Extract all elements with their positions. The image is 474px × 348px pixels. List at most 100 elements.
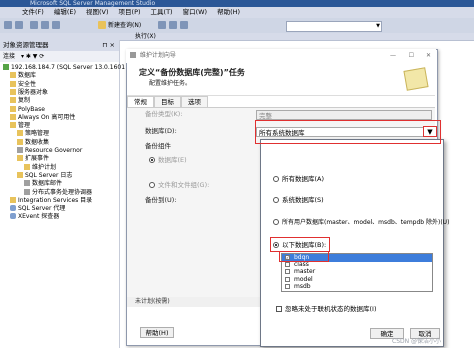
checkbox-icon[interactable] <box>285 276 290 282</box>
folder-icon <box>17 171 23 178</box>
checkbox-icon[interactable] <box>285 269 290 275</box>
new-query-icon <box>98 21 106 29</box>
maximize-icon[interactable]: ☐ <box>409 49 414 63</box>
folder-icon <box>10 88 16 95</box>
db-icon <box>10 213 16 220</box>
new-query-button[interactable]: 新建查询(N) <box>108 21 141 30</box>
menu-edit[interactable]: 编辑(E) <box>54 7 76 18</box>
tree-item-label: 数据库邮件 <box>32 180 63 188</box>
radio-icon <box>273 197 279 203</box>
watermark: CSDN @保洁小小 <box>392 338 442 345</box>
object-explorer-header: 对象资源管理器 ⊓ × <box>0 40 119 51</box>
tree-item-label: 扩展事件 <box>25 155 50 163</box>
db-icon <box>10 205 16 212</box>
execute-button[interactable]: 执行(X) <box>135 32 156 41</box>
checkbox-icon <box>276 306 282 312</box>
database-name: class <box>294 261 309 269</box>
forward-icon[interactable] <box>15 21 23 29</box>
tree-item[interactable]: 数据库 <box>10 72 36 80</box>
tree-item[interactable]: 192.168.184.7 (SQL Server 13.0.1601 <box>3 64 125 72</box>
menu-file[interactable]: 文件(F) <box>22 7 44 18</box>
pin-icon[interactable]: ⊓ × <box>102 40 115 51</box>
option-system-databases[interactable]: 系统数据库(S) <box>273 196 324 205</box>
tree-item[interactable]: PolyBase <box>10 105 45 114</box>
menu-bar: 文件(F) 编辑(E) 视图(V) 项目(P) 工具(T) 窗口(W) 帮助(H… <box>0 7 474 18</box>
tree-item-label: 192.168.184.7 (SQL Server 13.0.1601 <box>11 64 126 71</box>
component-files-radio: 文件和文件组(G): <box>149 181 209 190</box>
tree-item[interactable]: 服务器对象 <box>10 88 48 97</box>
dialog-tabs: 常规 目标 选项 <box>127 96 208 107</box>
tree-item-label: 管理 <box>18 122 31 130</box>
folder-icon <box>17 138 23 145</box>
option-all-databases[interactable]: 所有数据库(A) <box>273 175 324 184</box>
gray-icon <box>24 180 30 187</box>
tree-item[interactable]: Integration Services 目录 <box>10 196 93 205</box>
folder-icon <box>10 97 16 104</box>
tree-item[interactable]: 管理 <box>10 122 30 130</box>
tree-item-label: Integration Services 目录 <box>18 196 93 204</box>
minimize-icon[interactable]: — <box>390 49 396 63</box>
menu-project[interactable]: 项目(P) <box>119 7 141 18</box>
folder-icon <box>10 113 16 120</box>
chevron-down-icon: ▼ <box>376 23 380 29</box>
menu-view[interactable]: 视图(V) <box>86 7 109 18</box>
tree-item[interactable]: 维护计划 <box>24 163 56 172</box>
checkbox-icon[interactable] <box>285 262 290 268</box>
query-icon[interactable] <box>158 21 166 29</box>
new-icon[interactable] <box>30 21 38 29</box>
backup-component-label: 备份组件 <box>145 142 171 150</box>
menu-window[interactable]: 窗口(W) <box>183 7 208 18</box>
dialog-title-bar: 维护计划向导 — ☐ ✕ <box>126 49 436 63</box>
close-icon[interactable]: ✕ <box>426 49 431 63</box>
open-icon[interactable] <box>41 21 49 29</box>
query3-icon[interactable] <box>180 21 188 29</box>
folder-icon <box>24 163 30 170</box>
folder-icon <box>10 196 16 203</box>
folder-icon <box>10 122 16 129</box>
backup-type-label: 备份类型(K): <box>145 110 183 118</box>
tree-item[interactable]: 分布式事务处理协调器 <box>24 188 93 197</box>
query2-icon[interactable] <box>169 21 177 29</box>
menu-help[interactable]: 帮助(H) <box>217 7 240 18</box>
tree-item[interactable]: 策略管理 <box>17 130 49 138</box>
component-database-radio: 数据库(E) <box>149 156 187 165</box>
toolbar: 新建查询(N) ▼ <box>0 18 474 34</box>
dialog-subheading: 配置维护任务。 <box>149 80 192 87</box>
tree-item[interactable]: XEvent 探查器 <box>10 213 59 221</box>
database-list-item[interactable]: msdb <box>282 283 432 291</box>
save-icon[interactable] <box>52 21 60 29</box>
tree-item-label: 策略管理 <box>25 130 50 138</box>
tree-item[interactable]: 数据库邮件 <box>24 180 62 188</box>
help-button[interactable]: 帮助(H) <box>140 327 174 338</box>
tree-item-label: XEvent 探查器 <box>18 213 60 221</box>
tree-item[interactable]: Resource Governor <box>17 147 82 155</box>
tree-item[interactable]: 扩展事件 <box>17 155 49 163</box>
tree-item[interactable]: 安全性 <box>10 80 37 89</box>
wizard-icon <box>403 67 429 91</box>
database-name: master <box>294 268 316 276</box>
radio-icon <box>273 219 279 225</box>
app-icon <box>130 52 136 58</box>
tree-item[interactable]: SQL Server 代理 <box>10 205 65 213</box>
tree-item[interactable]: Always On 高可用性 <box>10 113 75 122</box>
tree-item-label: 安全性 <box>18 80 37 88</box>
tree-item-label: 数据收集 <box>25 138 50 146</box>
window-title: Microsoft SQL Server Management Studio <box>30 0 156 7</box>
tab-general[interactable]: 常规 <box>127 96 154 107</box>
connect-button[interactable]: 连接 <box>3 53 15 60</box>
back-icon[interactable] <box>4 21 12 29</box>
radio-icon <box>273 176 279 182</box>
option-user-databases[interactable]: 所有用户数据库(master、model、msdb、tempdb 除外)(U) <box>273 218 449 227</box>
checkbox-icon[interactable] <box>285 283 290 289</box>
tree-item[interactable]: SQL Server 日志 <box>17 171 73 180</box>
tree-item-label: SQL Server 日志 <box>25 171 73 179</box>
tree-item[interactable]: 数据收集 <box>17 138 50 147</box>
tree-item-label: 分布式事务处理协调器 <box>32 188 93 196</box>
solution-config-combo[interactable]: ▼ <box>286 21 382 32</box>
tree-item[interactable]: 复制 <box>10 97 30 105</box>
refresh-icon[interactable]: ▾ ✱ ▼ ⟳ <box>21 53 44 60</box>
tab-destination[interactable]: 目标 <box>154 96 181 107</box>
tab-options[interactable]: 选项 <box>181 96 208 107</box>
menu-tools[interactable]: 工具(T) <box>151 7 173 18</box>
ignore-offline-checkbox[interactable]: 忽略未处于联机状态的数据库(I) <box>276 305 377 314</box>
